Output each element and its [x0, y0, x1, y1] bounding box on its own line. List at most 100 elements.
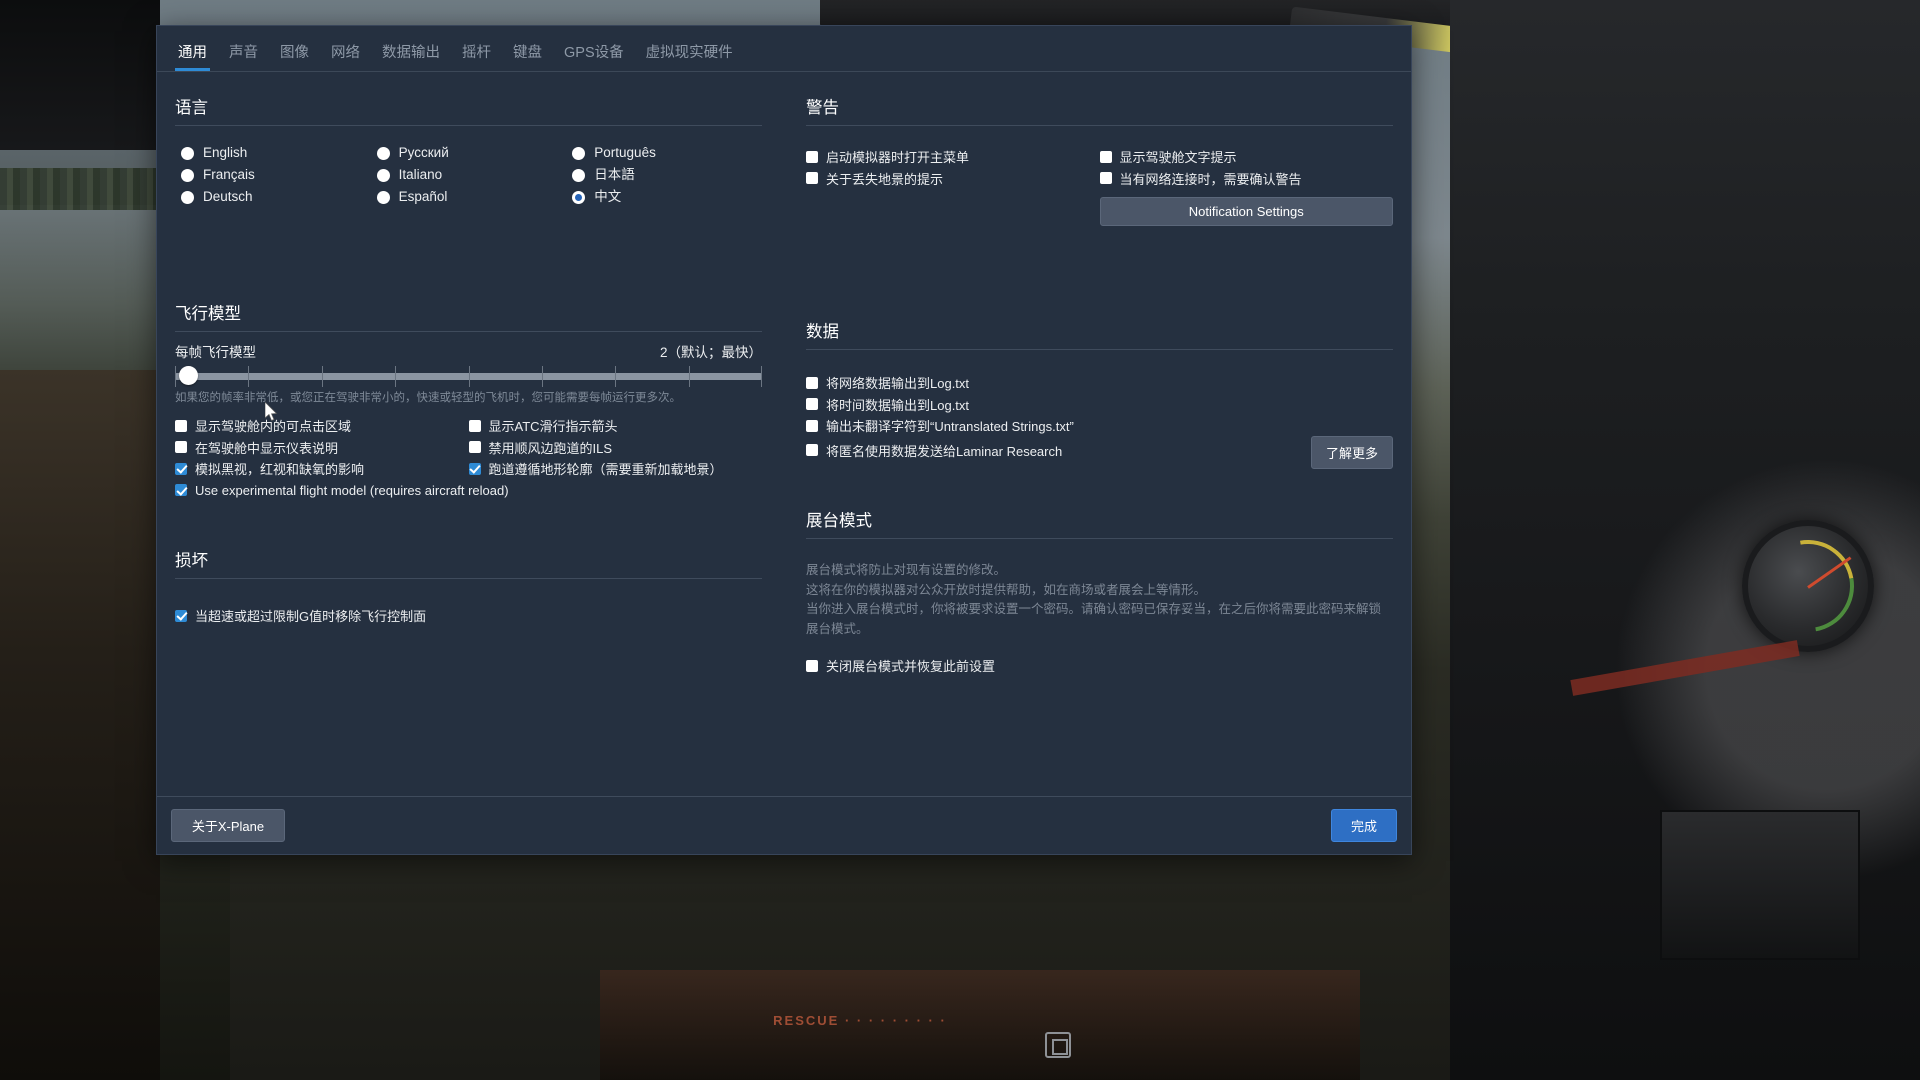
language-option-chinese[interactable]: 中文 [566, 186, 762, 208]
language-option-english[interactable]: English [175, 142, 371, 164]
checkbox-confirm-network-warning[interactable]: 当有网络连接时，需要确认警告 [1099, 168, 1394, 190]
language-radio-grid: English Français Deutsch Русский Italian… [175, 142, 762, 208]
checkbox-icon-checked [175, 462, 187, 475]
checkbox-exit-exhibition-mode[interactable]: 关闭展台模式并恢复此前设置 [806, 655, 1393, 677]
slider-ticks [175, 366, 762, 387]
checkbox-atc-taxi-arrows[interactable]: 显示ATC滑行指示箭头 [468, 415, 763, 437]
checkbox-label: 显示ATC滑行指示箭头 [488, 419, 618, 435]
slider-value: 2（默认；最快） [659, 345, 762, 360]
checkbox-experimental-flight-model[interactable]: Use experimental flight model (requires … [175, 480, 509, 502]
checkbox-icon [175, 419, 187, 432]
flight-model-options-left: 显示驾驶舱内的可点击区域 在驾驶舱中显示仪表说明 模拟黑视，红视和缺氧的影响 U… [175, 415, 509, 502]
square-placard-icon [1045, 1032, 1071, 1058]
cockpit-frame-top-left [0, 0, 160, 150]
tab-vr-hardware[interactable]: 虚拟现实硬件 [635, 37, 744, 71]
exhibition-mode-section: 展台模式 展台模式将防止对现有设置的修改。 这将在你的模拟器对公众开放时提供帮助… [806, 499, 1393, 677]
tab-label: GPS设备 [564, 45, 624, 61]
radio-icon-selected [572, 190, 586, 204]
language-label: English [203, 145, 248, 161]
language-column-3: Português 日本語 中文 [566, 142, 762, 208]
language-option-portugues[interactable]: Português [566, 142, 762, 164]
checkbox-send-anonymous-data[interactable]: 将匿名使用数据发送给Laminar Research [806, 440, 1393, 462]
checkbox-icon [468, 419, 481, 432]
checkbox-icon [468, 441, 481, 454]
radio-icon [181, 168, 194, 182]
checkbox-remove-control-surfaces[interactable]: 当超速或超过限制G值时移除飞行控制面 [175, 605, 762, 627]
flight-model-slider[interactable] [175, 365, 762, 387]
right-column: 警告 启动模拟器时打开主菜单 关于丢失地景的提示 显示驾驶舱文字提示 当有网络连… [784, 86, 1401, 814]
language-label: Español [398, 189, 448, 205]
checkbox-icon-checked [468, 462, 481, 475]
damage-section: 损坏 当超速或超过限制G值时移除飞行控制面 [175, 539, 762, 627]
settings-dialog: 通用 声音 图像 网络 数据输出 摇杆 键盘 GPS设备 虚拟现实硬件 语言 E… [156, 25, 1412, 855]
radio-icon [376, 190, 390, 204]
tab-data-output[interactable]: 数据输出 [371, 37, 451, 71]
notification-settings-button[interactable]: Notification Settings [1099, 197, 1393, 226]
checkbox-label: 当有网络连接时，需要确认警告 [1119, 171, 1302, 187]
exhibition-paragraph-3: 当你进入展台模式时，你将被要求设置一个密码。请确认密码已保存妥当，在之后你将需要… [806, 602, 1382, 636]
checkbox-show-clickable-regions[interactable]: 显示驾驶舱内的可点击区域 [175, 415, 469, 437]
tab-gps-devices[interactable]: GPS设备 [553, 37, 635, 71]
checkbox-label: 关闭展台模式并恢复此前设置 [826, 659, 996, 675]
radio-icon [376, 146, 390, 160]
checkbox-output-time-data[interactable]: 将时间数据输出到Log.txt [806, 394, 1393, 416]
language-option-espanol[interactable]: Español [371, 186, 567, 208]
data-title: 数据 [806, 323, 839, 341]
rescue-placard-text: RESCUE · · · · · · · · · [773, 1013, 947, 1028]
checkbox-icon [806, 150, 818, 163]
divider [175, 578, 762, 579]
slider-handle[interactable] [179, 366, 198, 385]
checkbox-label: 显示驾驶舱内的可点击区域 [195, 419, 352, 435]
language-option-japanese[interactable]: 日本語 [566, 164, 762, 186]
checkbox-missing-scenery-warning[interactable]: 关于丢失地景的提示 [806, 168, 1100, 190]
checkbox-icon [806, 419, 818, 432]
tab-joystick[interactable]: 摇杆 [451, 37, 502, 71]
checkbox-output-untranslated-strings[interactable]: 输出未翻译字符到“Untranslated Strings.txt” [806, 415, 1393, 437]
tab-label: 键盘 [513, 45, 542, 61]
tab-label: 摇杆 [462, 45, 491, 61]
checkbox-blackout-redout-hypoxia[interactable]: 模拟黑视，红视和缺氧的影响 [175, 458, 469, 480]
checkbox-show-cockpit-text-hints[interactable]: 显示驾驶舱文字提示 [1099, 146, 1394, 168]
checkbox-label: 将时间数据输出到Log.txt [826, 397, 970, 413]
language-option-deutsch[interactable]: Deutsch [175, 186, 371, 208]
exhibition-paragraph-1: 展台模式将防止对现有设置的修改。 [806, 563, 1007, 577]
language-column-1: English Français Deutsch [175, 142, 371, 208]
tab-sound[interactable]: 声音 [218, 37, 269, 71]
language-label: Deutsch [203, 189, 253, 205]
tab-graphics[interactable]: 图像 [269, 37, 320, 71]
checkbox-label: 模拟黑视，红视和缺氧的影响 [195, 462, 365, 478]
language-option-francais[interactable]: Français [175, 164, 371, 186]
language-option-italiano[interactable]: Italiano [371, 164, 567, 186]
checkbox-icon [806, 172, 818, 185]
radio-icon [376, 168, 390, 182]
flight-model-section: 飞行模型 每帧飞行模型 2（默认；最快） 如果您的帧率非常低，或您正在驾驶非常小… [175, 292, 762, 501]
checkbox-icon [1099, 172, 1112, 185]
checkbox-disable-downwind-ils[interactable]: 禁用顺风边跑道的ILS [468, 437, 763, 459]
language-column-2: Русский Italiano Español [371, 142, 567, 208]
checkbox-output-network-data[interactable]: 将网络数据输出到Log.txt [806, 372, 1393, 394]
checkbox-open-main-menu-on-start[interactable]: 启动模拟器时打开主菜单 [806, 146, 1100, 168]
done-button[interactable]: 完成 [1331, 809, 1397, 842]
learn-more-button[interactable]: 了解更多 [1310, 436, 1393, 469]
checkbox-show-instrument-descriptions[interactable]: 在驾驶舱中显示仪表说明 [175, 437, 469, 459]
tab-network[interactable]: 网络 [320, 37, 371, 71]
instrument-gauge [1742, 520, 1874, 652]
flight-model-title: 飞行模型 [175, 305, 241, 323]
checkbox-icon [1099, 150, 1112, 163]
radio-icon [181, 190, 194, 204]
tab-label: 网络 [331, 45, 360, 61]
checkbox-icon [806, 376, 818, 389]
tab-keyboard[interactable]: 键盘 [502, 37, 553, 71]
checkbox-label: 输出未翻译字符到“Untranslated Strings.txt” [826, 419, 1074, 435]
language-option-russian[interactable]: Русский [371, 142, 567, 164]
checkbox-label: 跑道遵循地形轮廓（需要重新加载地景） [488, 462, 723, 478]
checkbox-runways-follow-terrain[interactable]: 跑道遵循地形轮廓（需要重新加载地景） [468, 458, 763, 480]
radio-icon [572, 146, 586, 160]
warnings-options-right: 显示驾驶舱文字提示 当有网络连接时，需要确认警告 Notification Se… [1099, 146, 1394, 226]
checkbox-label: 在驾驶舱中显示仪表说明 [195, 440, 339, 456]
checkbox-icon [806, 444, 818, 457]
checkbox-label: 显示驾驶舱文字提示 [1119, 150, 1237, 166]
tab-general[interactable]: 通用 [167, 37, 218, 71]
flight-model-options: 显示驾驶舱内的可点击区域 在驾驶舱中显示仪表说明 模拟黑视，红视和缺氧的影响 U… [175, 415, 762, 501]
about-x-plane-button[interactable]: 关于X-Plane [171, 809, 285, 842]
